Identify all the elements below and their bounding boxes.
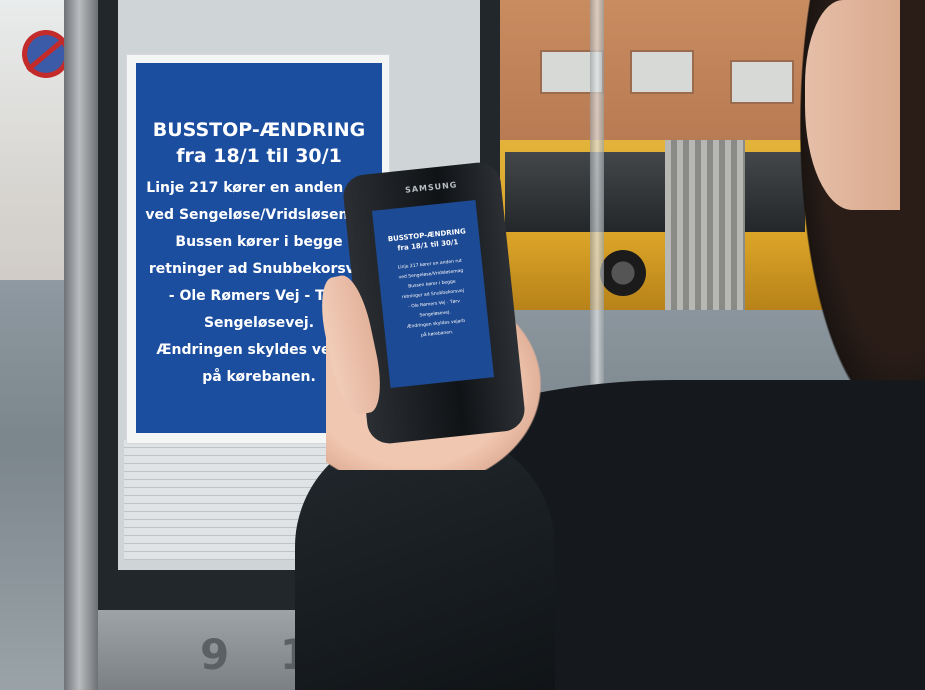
bus-wheel — [600, 250, 646, 296]
bus-windows — [505, 152, 805, 232]
poster-title: BUSSTOP-ÆNDRING — [152, 119, 366, 141]
bus-articulation — [665, 140, 745, 310]
poster-line: Bussen kører i begge — [175, 234, 343, 250]
phone-screen: BUSSTOP-ÆNDRING fra 18/1 til 30/1 Linje … — [371, 200, 495, 388]
person-face — [805, 0, 900, 210]
shelter-post — [64, 0, 102, 690]
poster-dates: fra 18/1 til 30/1 — [176, 145, 342, 167]
screen-body: Linje 217 kører en anden rut ved Sengelø… — [378, 255, 490, 345]
